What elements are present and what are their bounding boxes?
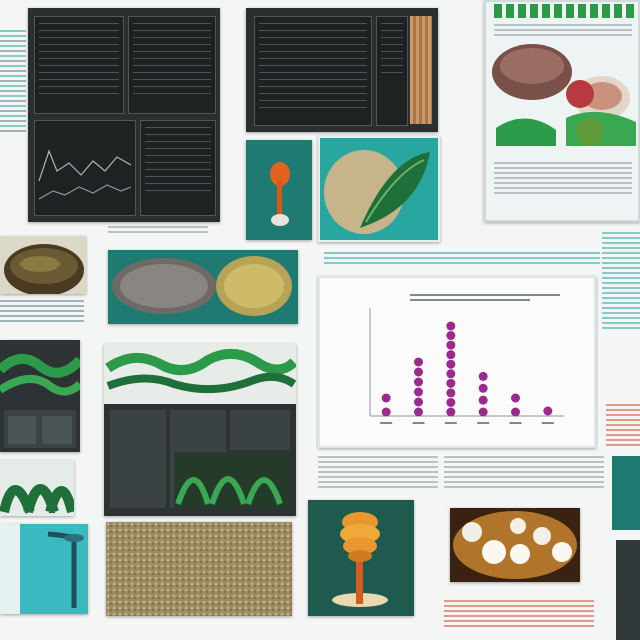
- chart-point: [414, 367, 423, 377]
- chart-point: [446, 321, 456, 331]
- text-block-lower-mid: [318, 456, 438, 491]
- scatter-chart: [369, 294, 564, 424]
- bubbles-card: [450, 508, 580, 582]
- screen-main: [254, 16, 372, 126]
- right-teal-text: [602, 232, 640, 332]
- vine-card-left: [0, 340, 80, 452]
- screen-top-right: [128, 16, 216, 114]
- bubbles-graphic: [450, 508, 580, 582]
- chart-point: [446, 388, 456, 398]
- x-tick-mark: [477, 422, 490, 424]
- chart-point: [446, 378, 456, 388]
- dark-monitor-panel-2: [246, 8, 438, 132]
- left-text-column: [0, 30, 26, 135]
- chart-point: [446, 350, 456, 360]
- chart-header-line: [410, 294, 560, 296]
- sponge-graphic: [112, 256, 292, 316]
- chart-point: [381, 393, 391, 403]
- chart-point: [446, 369, 456, 379]
- chart-point: [543, 406, 553, 416]
- bottom-right-dark: [616, 540, 640, 640]
- x-tick-mark: [380, 422, 393, 424]
- screen-waveform: [34, 120, 136, 216]
- chart-point: [446, 359, 456, 369]
- moss-graphic: [4, 244, 84, 294]
- pin-card: [246, 140, 312, 240]
- soil-card: [106, 522, 292, 616]
- green-header-bars: [494, 4, 634, 18]
- pin-graphic: [270, 162, 290, 226]
- teal-text-strip: [324, 252, 600, 267]
- honey-dipper-card: [308, 500, 414, 616]
- chart-point: [478, 395, 488, 405]
- chart-point-stack: [381, 393, 391, 417]
- chart-point-stack: [543, 406, 553, 416]
- teal-cable-card: [0, 524, 88, 614]
- chart-point: [414, 397, 423, 407]
- chart-point: [478, 407, 488, 417]
- dark-monitor-panel: [28, 8, 220, 222]
- text-block-middle: [108, 226, 208, 236]
- chart-point: [446, 397, 456, 407]
- screen-top-left: [34, 16, 124, 114]
- vine-graphic-left: [0, 354, 80, 448]
- chart-point-stack: [414, 357, 423, 417]
- leaf-card: [318, 136, 440, 242]
- chart-point: [414, 357, 423, 367]
- chart-point: [478, 371, 488, 381]
- chart-point: [511, 407, 520, 417]
- bottom-red-text: [444, 600, 594, 630]
- cable-graphic: [0, 524, 84, 614]
- sponge-card: [108, 250, 298, 324]
- chart-point: [414, 407, 423, 417]
- text-block-lower-right: [444, 456, 604, 491]
- leaf-graphic: [320, 138, 438, 240]
- chart-point-stack: [446, 321, 456, 417]
- chart-header-line: [410, 299, 530, 301]
- chart-card: [318, 276, 596, 448]
- screen-side: [376, 16, 408, 126]
- chart-point-stack: [478, 371, 488, 417]
- screen-data-bottom: [140, 120, 216, 216]
- waveform-graphic: [38, 149, 132, 200]
- chart-point: [446, 340, 456, 350]
- mushroom-page: [484, 0, 640, 222]
- kale-graphic-left: [0, 484, 74, 514]
- x-tick-mark: [509, 422, 522, 424]
- kale-card-left: [0, 460, 74, 516]
- soil-graphic: [106, 522, 292, 616]
- moss-card: [0, 236, 86, 294]
- chart-point: [381, 407, 391, 417]
- vine-card-main: [104, 344, 296, 516]
- left-blue-text: [0, 300, 84, 325]
- chart-point-stack: [511, 393, 520, 417]
- chart-point: [446, 407, 456, 417]
- honey-dipper-graphic: [332, 512, 388, 607]
- x-tick-mark: [444, 422, 457, 424]
- right-red-text: [606, 404, 640, 449]
- chart-point: [478, 383, 488, 393]
- mushroom-illustration: [492, 44, 636, 146]
- chart-point: [446, 331, 456, 341]
- right-teal-swatch: [612, 456, 640, 530]
- x-tick-mark: [412, 422, 425, 424]
- wood-strip: [410, 16, 432, 124]
- chart-point: [414, 377, 423, 387]
- x-tick-mark: [541, 422, 554, 424]
- chart-point: [511, 393, 520, 403]
- chart-point: [414, 387, 423, 397]
- vine-graphic-main: [104, 344, 296, 508]
